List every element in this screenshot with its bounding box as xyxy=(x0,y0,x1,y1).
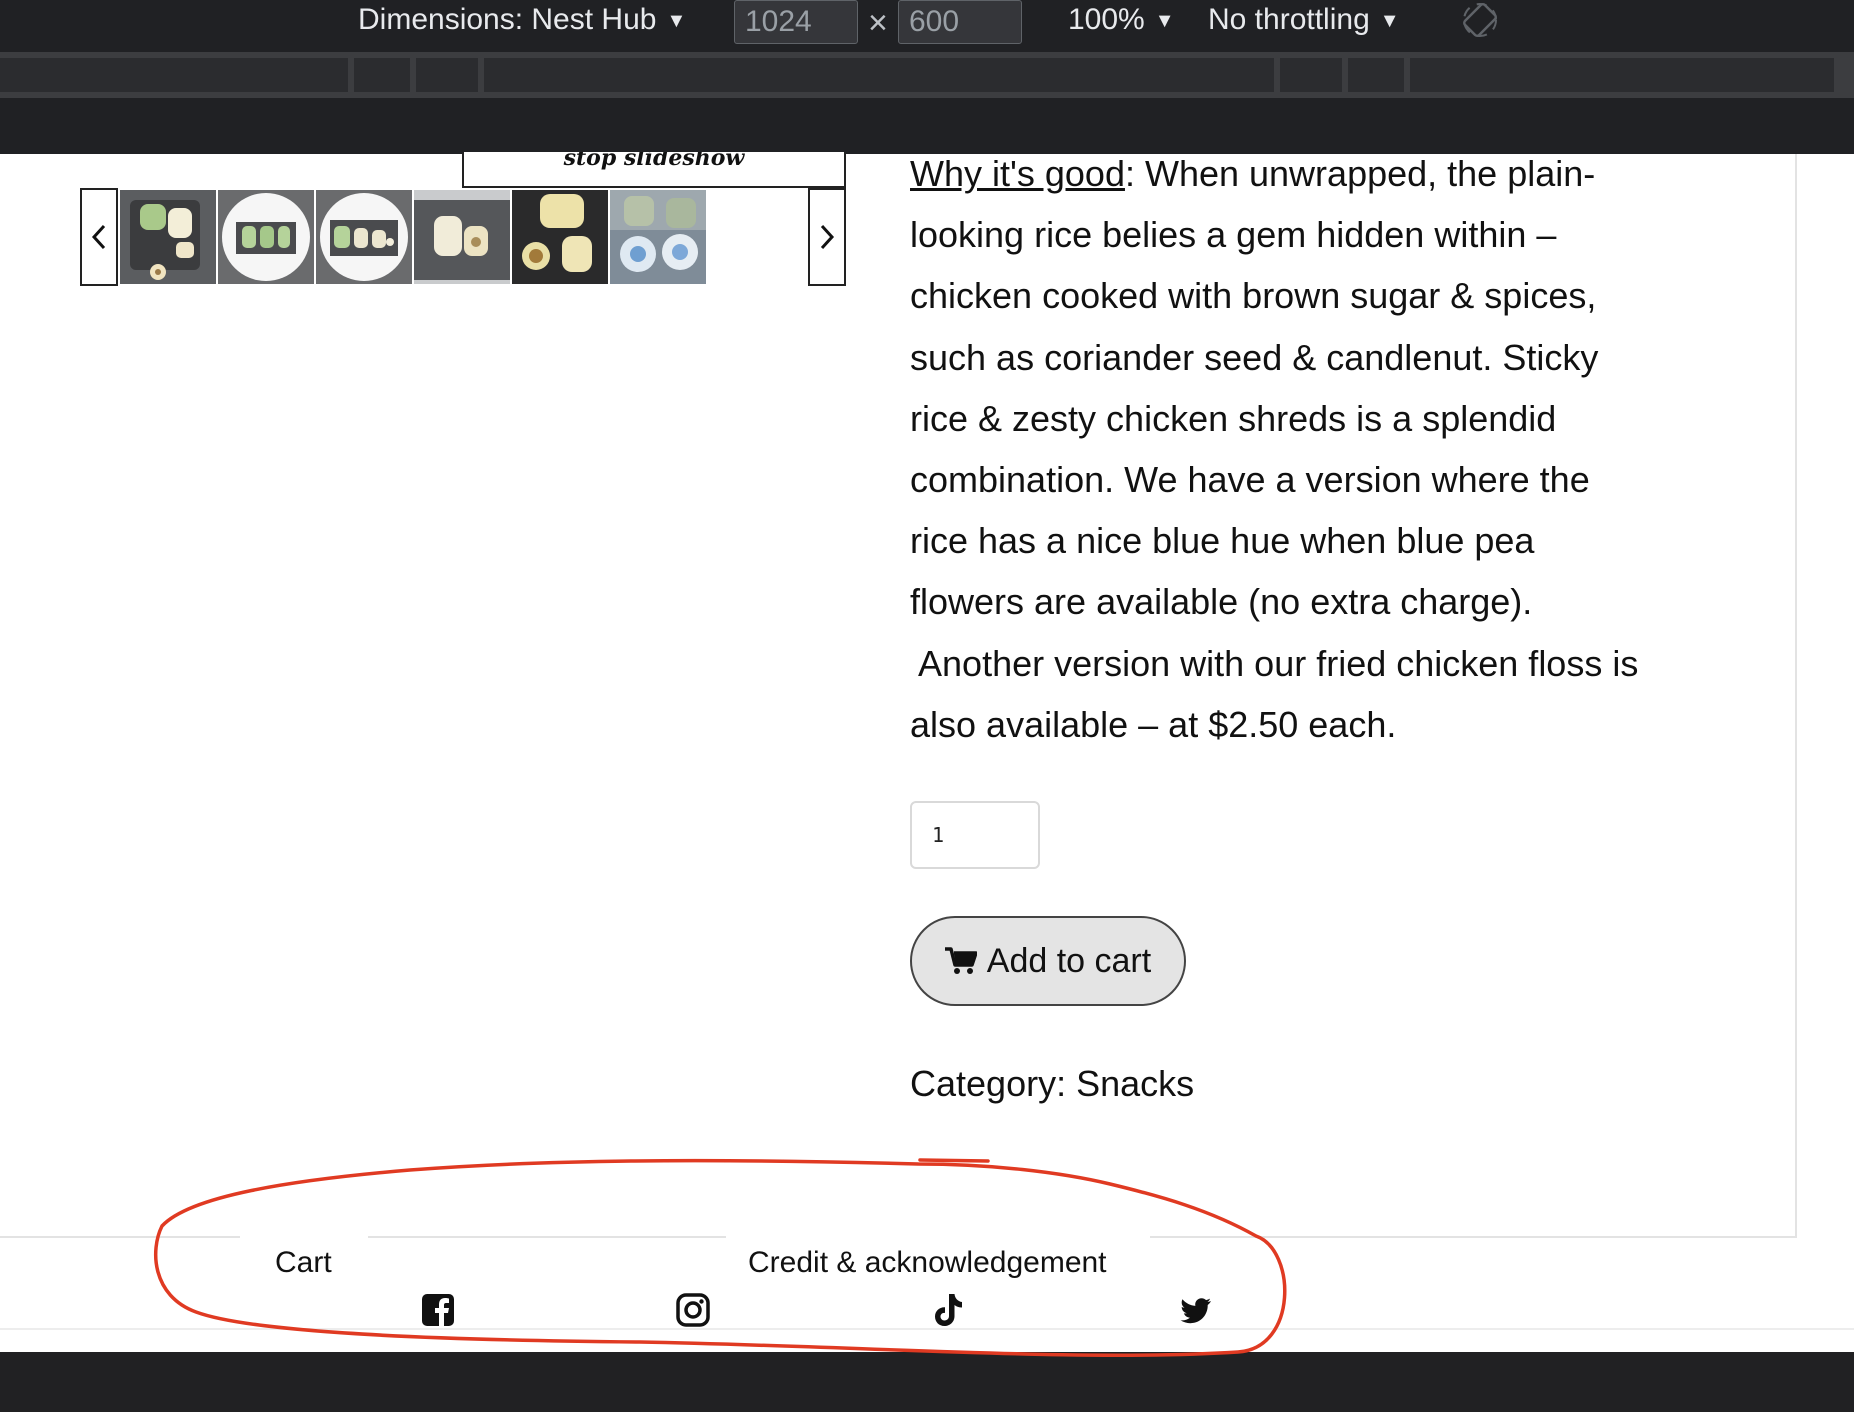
footer-link-credits[interactable]: Credit & acknowledgement xyxy=(748,1246,1107,1280)
stop-slideshow-label: stop slideshow xyxy=(563,152,745,171)
product-thumbnail[interactable] xyxy=(610,190,706,284)
ruler-segment[interactable] xyxy=(484,58,1274,92)
twitter-icon[interactable] xyxy=(1178,1292,1214,1328)
previous-slide-button[interactable] xyxy=(80,188,118,286)
chevron-down-icon: ▼ xyxy=(1154,9,1175,32)
times-icon: × xyxy=(868,4,888,42)
description-line: combination. We have a version where the xyxy=(910,459,1590,501)
device-dimensions-label: Dimensions: Nest Hub xyxy=(358,3,657,36)
zoom-label: 100% xyxy=(1068,3,1145,36)
throttling-label: No throttling xyxy=(1208,3,1370,36)
next-slide-button[interactable] xyxy=(808,188,846,286)
product-thumbnail[interactable] xyxy=(512,190,608,284)
devtools-bottom-bar xyxy=(0,1352,1854,1412)
ruler-segment[interactable] xyxy=(416,58,478,92)
media-query-ruler xyxy=(0,52,1854,98)
shopping-cart-icon xyxy=(944,947,977,974)
throttling-dropdown[interactable]: No throttling ▼ xyxy=(1208,3,1400,37)
description-line: rice has a nice blue hue when blue pea xyxy=(910,520,1535,562)
footer-divider-gap xyxy=(240,1228,368,1244)
rotate-icon[interactable] xyxy=(1462,2,1498,38)
zoom-dropdown[interactable]: 100% ▼ xyxy=(1068,3,1175,37)
device-dimensions-dropdown[interactable]: Dimensions: Nest Hub ▼ xyxy=(358,3,686,37)
description-line: looking rice belies a gem hidden within … xyxy=(910,214,1557,256)
description-line: Why it's good: When unwrapped, the plain… xyxy=(910,143,1780,204)
description-line: such as coriander seed & candlenut. Stic… xyxy=(910,336,1599,378)
content-card-border xyxy=(1795,154,1797,1236)
footer-bottom-strip xyxy=(0,1328,1854,1352)
description-line: rice & zesty chicken shreds is a splendi… xyxy=(910,397,1557,439)
chevron-right-icon xyxy=(820,224,835,250)
add-to-cart-button[interactable]: Add to cart xyxy=(910,916,1186,1006)
product-thumbnail[interactable] xyxy=(316,190,412,284)
chevron-down-icon: ▼ xyxy=(1379,9,1400,32)
tiktok-icon[interactable] xyxy=(930,1292,966,1328)
footer-link-cart[interactable]: Cart xyxy=(275,1246,332,1280)
width-input[interactable]: 1024 xyxy=(734,0,858,44)
description-line: flowers are available (no extra charge). xyxy=(910,581,1533,623)
product-thumbnail[interactable] xyxy=(414,190,510,284)
description-line: Another version with our fried chicken f… xyxy=(910,642,1639,684)
ruler-segment[interactable] xyxy=(1280,58,1342,92)
product-thumbnail[interactable] xyxy=(218,190,314,284)
product-description: Why it's good: When unwrapped, the plain… xyxy=(910,143,1780,755)
ruler-segment[interactable] xyxy=(0,58,348,92)
devtools-device-toolbar: Dimensions: Nest Hub ▼ 1024 × 600 100% ▼… xyxy=(0,0,1854,52)
product-category: Category: Snacks xyxy=(910,1063,1194,1105)
description-line: chicken cooked with brown sugar & spices… xyxy=(910,275,1597,317)
category-label: Category: xyxy=(910,1063,1077,1104)
height-input[interactable]: 600 xyxy=(898,0,1022,44)
chevron-down-icon: ▼ xyxy=(666,9,687,32)
thumbnail-strip xyxy=(120,190,706,284)
category-link[interactable]: Snacks xyxy=(1076,1063,1194,1104)
facebook-icon[interactable] xyxy=(420,1292,456,1328)
ruler-segment[interactable] xyxy=(1410,58,1834,92)
why-its-good-label: Why it's good xyxy=(910,153,1125,194)
footer-divider-gap xyxy=(726,1228,1150,1244)
chevron-left-icon xyxy=(91,224,106,250)
ruler-segment[interactable] xyxy=(1348,58,1404,92)
instagram-icon[interactable] xyxy=(675,1292,711,1328)
product-thumbnail[interactable] xyxy=(120,190,216,284)
ruler-segment[interactable] xyxy=(354,58,410,92)
quantity-input[interactable]: 1 xyxy=(910,801,1040,869)
add-to-cart-label: Add to cart xyxy=(986,941,1152,980)
description-text: : When unwrapped, the plain- xyxy=(1124,153,1596,194)
stop-slideshow-button[interactable]: stop slideshow xyxy=(462,152,846,188)
description-line: also available – at $2.50 each. xyxy=(910,703,1397,745)
